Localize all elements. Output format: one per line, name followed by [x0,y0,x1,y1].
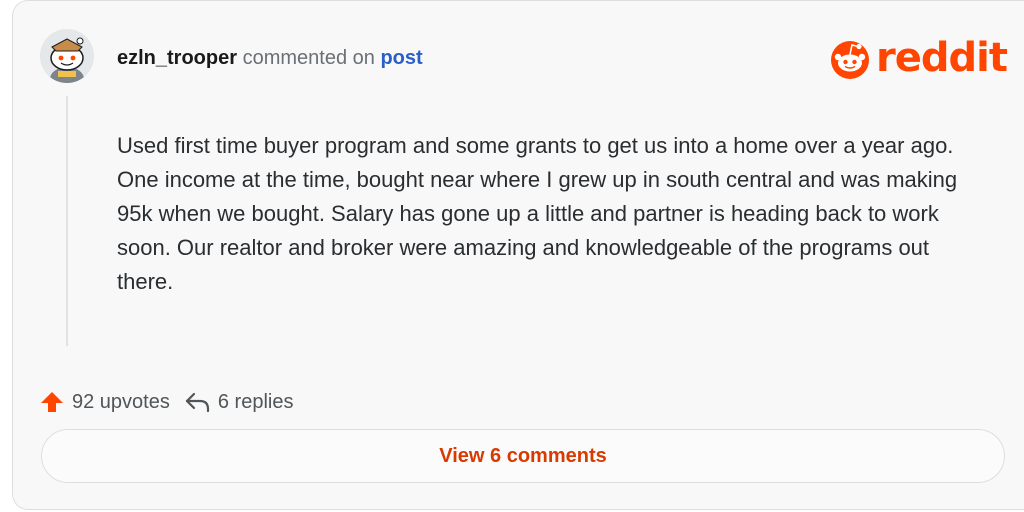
reply-count: 6 replies [217,390,294,413]
comment-body: Used first time buyer program and some g… [117,133,958,294]
author-username[interactable]: ezln_trooper [117,47,237,69]
commented-on-text: commented on [242,47,375,69]
replies-button[interactable]: 6 replies [184,390,294,414]
reddit-wordmark: reddit [876,35,1008,81]
avatar[interactable] [40,29,94,83]
upvote-arrow-icon [41,392,63,412]
thread-line [66,96,68,346]
reply-arrow-icon [185,392,209,413]
reddit-snoo-icon [831,41,869,79]
reddit-logo[interactable]: reddit [828,34,1008,82]
view-comments-button[interactable]: View 6 comments [41,429,1005,483]
upvote-button[interactable]: 92 upvotes [40,390,170,414]
upvote-count: 92 upvotes [72,390,170,413]
post-link[interactable]: post [380,47,422,69]
comment-actions: 92 upvotes 6 replies [40,385,293,419]
comment-header: ezln_trooper commented on post [117,45,423,71]
snoo-avatar-icon [40,29,94,83]
